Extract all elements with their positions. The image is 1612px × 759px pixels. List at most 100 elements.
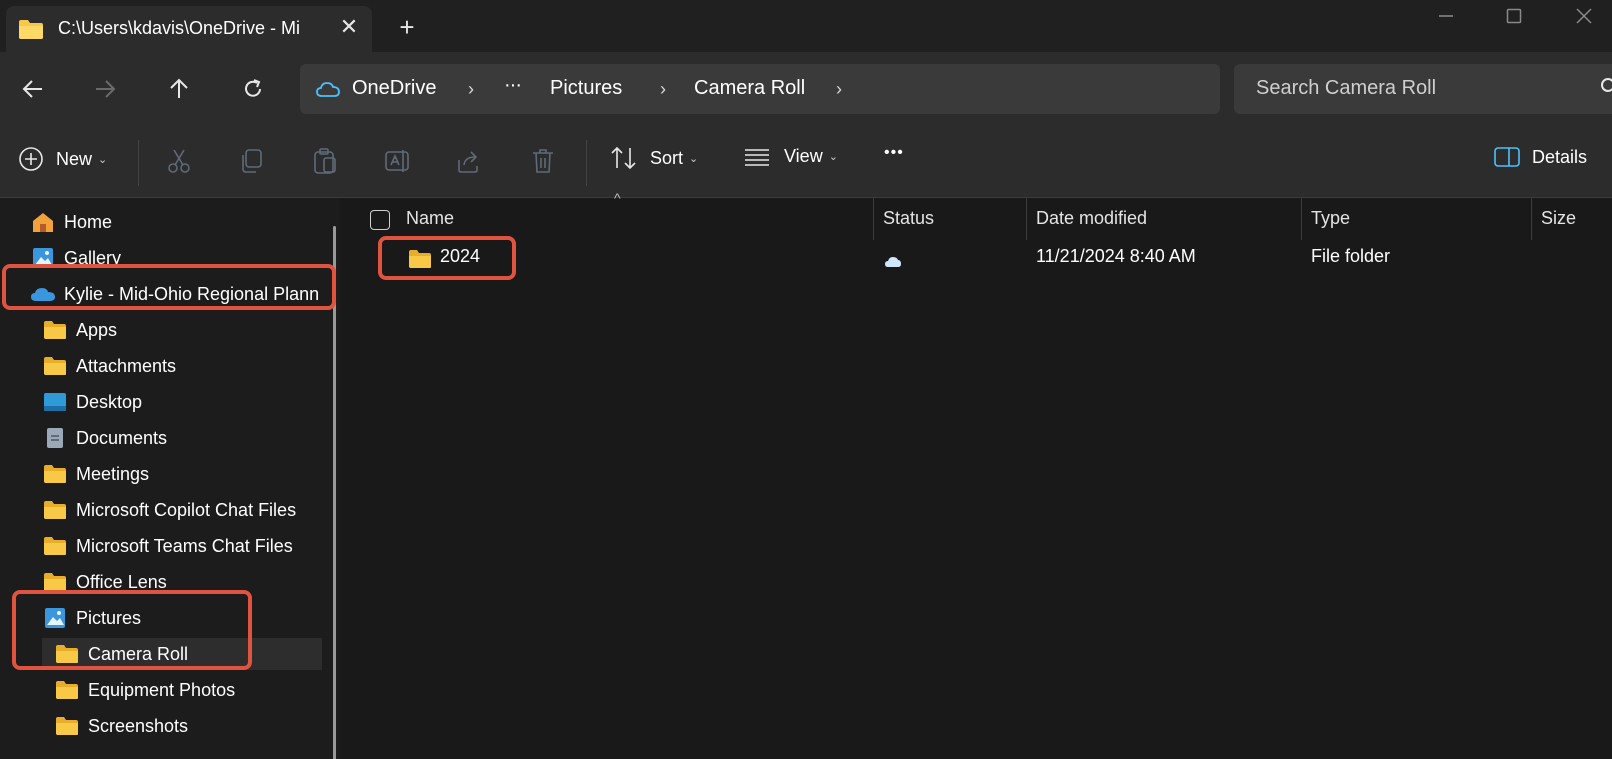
nav-item-label: Apps [76, 319, 118, 340]
view-list-icon [745, 148, 769, 166]
documents-icon [42, 427, 68, 449]
back-button[interactable] [16, 72, 50, 106]
details-label: Details [1532, 146, 1588, 167]
share-icon[interactable] [456, 148, 482, 179]
divider [586, 140, 587, 186]
sort-button[interactable]: Sort ⌄ [610, 146, 698, 170]
table-row[interactable]: 2024 11/21/2024 8:40 AM File folder [352, 240, 1612, 276]
nav-item-copilot-chat-files[interactable]: Microsoft Copilot Chat Files [42, 494, 296, 526]
breadcrumb-onedrive[interactable]: OneDrive [352, 77, 436, 100]
search-input[interactable]: Search Camera Roll [1234, 64, 1612, 114]
folder-icon [42, 463, 68, 485]
nav-item-label: Desktop [76, 391, 143, 412]
column-divider[interactable] [1026, 198, 1027, 240]
nav-item-label: Microsoft Teams Chat Files [76, 535, 293, 556]
nav-item-teams-chat-files[interactable]: Microsoft Teams Chat Files [42, 530, 293, 562]
new-button[interactable]: New ⌄ [18, 146, 107, 172]
column-divider[interactable] [1531, 198, 1532, 240]
column-divider[interactable] [873, 198, 874, 240]
sort-label: Sort [650, 147, 684, 168]
forward-arrow-icon [96, 80, 116, 98]
folder-icon [54, 715, 80, 737]
details-button[interactable]: Details [1494, 146, 1587, 168]
column-header-date-modified[interactable]: Date modified [1036, 208, 1147, 229]
breadcrumb-pictures[interactable]: Pictures [550, 77, 622, 100]
folder-icon [42, 499, 68, 521]
refresh-icon [245, 79, 261, 97]
title-bar: C:\Users\kdavis\OneDrive - Mi ✕ + [0, 0, 1612, 52]
select-all-checkbox[interactable] [370, 210, 390, 230]
highlight-onedrive-account [2, 264, 336, 310]
cut-icon[interactable] [166, 148, 192, 179]
column-header-name[interactable]: Name [406, 208, 454, 229]
breadcrumb[interactable]: OneDrive › ··· Pictures › Camera Roll › [300, 64, 1220, 114]
view-button[interactable]: View ⌄ [744, 146, 838, 167]
highlight-pictures-camera-roll [12, 590, 252, 670]
nav-item-equipment-photos[interactable]: Equipment Photos [54, 674, 235, 706]
breadcrumb-separator[interactable]: › [468, 79, 474, 100]
nav-item-attachments[interactable]: Attachments [42, 350, 176, 382]
sort-ascending-icon: ^ [614, 190, 621, 206]
file-date-modified: 11/21/2024 8:40 AM [1036, 246, 1196, 266]
breadcrumb-overflow[interactable]: ··· [504, 74, 522, 97]
search-placeholder: Search Camera Roll [1256, 77, 1437, 99]
nav-item-label: Meetings [76, 463, 150, 484]
folder-icon [42, 535, 68, 557]
breadcrumb-camera-roll[interactable]: Camera Roll [694, 77, 805, 100]
highlight-folder-2024 [378, 236, 516, 280]
chevron-down-icon: ⌄ [98, 153, 108, 166]
desktop-icon [42, 391, 68, 413]
up-button[interactable] [162, 72, 196, 106]
nav-item-label: Screenshots [88, 715, 189, 736]
nav-item-documents[interactable]: Documents [42, 422, 167, 454]
more-options-button[interactable]: ••• [884, 144, 904, 162]
breadcrumb-separator[interactable]: › [660, 79, 666, 100]
paste-icon[interactable] [312, 148, 338, 179]
column-divider[interactable] [1301, 198, 1302, 240]
cloud-icon [884, 252, 902, 273]
folder-icon [42, 355, 68, 377]
chevron-down-icon: ⌄ [689, 152, 699, 165]
column-header-type[interactable]: Type [1311, 208, 1350, 229]
close-window-button[interactable] [1560, 0, 1608, 32]
minimize-button[interactable] [1422, 0, 1470, 32]
rename-icon[interactable] [384, 148, 412, 179]
nav-item-desktop[interactable]: Desktop [42, 386, 142, 418]
delete-icon[interactable] [530, 148, 556, 179]
copy-icon[interactable] [238, 148, 264, 179]
back-arrow-icon [22, 80, 42, 98]
column-header-status[interactable]: Status [883, 208, 934, 229]
search-icon[interactable] [1598, 76, 1612, 103]
refresh-button[interactable] [236, 72, 270, 106]
divider [138, 140, 139, 186]
up-arrow-icon [170, 78, 188, 98]
folder-icon [42, 319, 68, 341]
nav-item-label: Microsoft Copilot Chat Files [76, 499, 297, 520]
new-label: New [56, 148, 93, 169]
column-header-size[interactable]: Size [1541, 208, 1576, 229]
chevron-down-icon: ⌄ [828, 151, 838, 163]
home-icon [30, 211, 56, 233]
sort-icon [611, 146, 636, 170]
maximize-button[interactable] [1490, 0, 1538, 32]
explorer-tab[interactable]: C:\Users\kdavis\OneDrive - Mi ✕ [6, 6, 372, 52]
plus-circle-icon [19, 147, 43, 171]
onedrive-cloud-icon [316, 81, 340, 102]
nav-item-screenshots[interactable]: Screenshots [54, 710, 188, 742]
tab-title: C:\Users\kdavis\OneDrive - Mi [58, 18, 301, 38]
forward-button[interactable] [88, 72, 122, 106]
nav-item-meetings[interactable]: Meetings [42, 458, 149, 490]
file-list: ^ Name Status Date modified Type Size 20… [352, 190, 1612, 759]
navigation-pane: Home Gallery Kylie - Mid-Ohio Regional P… [0, 198, 340, 759]
folder-icon [18, 18, 44, 45]
view-label: View [784, 146, 823, 166]
new-tab-button[interactable]: + [392, 12, 422, 42]
breadcrumb-separator[interactable]: › [836, 79, 842, 100]
command-bar: New ⌄ Sort ⌄ View ⌄ ••• Details [0, 124, 1612, 198]
nav-item-apps[interactable]: Apps [42, 314, 117, 346]
folder-icon [54, 679, 80, 701]
close-tab-icon[interactable]: ✕ [334, 12, 364, 42]
address-row: OneDrive › ··· Pictures › Camera Roll › … [0, 52, 1612, 124]
nav-item-home[interactable]: Home [30, 206, 112, 238]
file-type: File folder [1311, 246, 1391, 266]
